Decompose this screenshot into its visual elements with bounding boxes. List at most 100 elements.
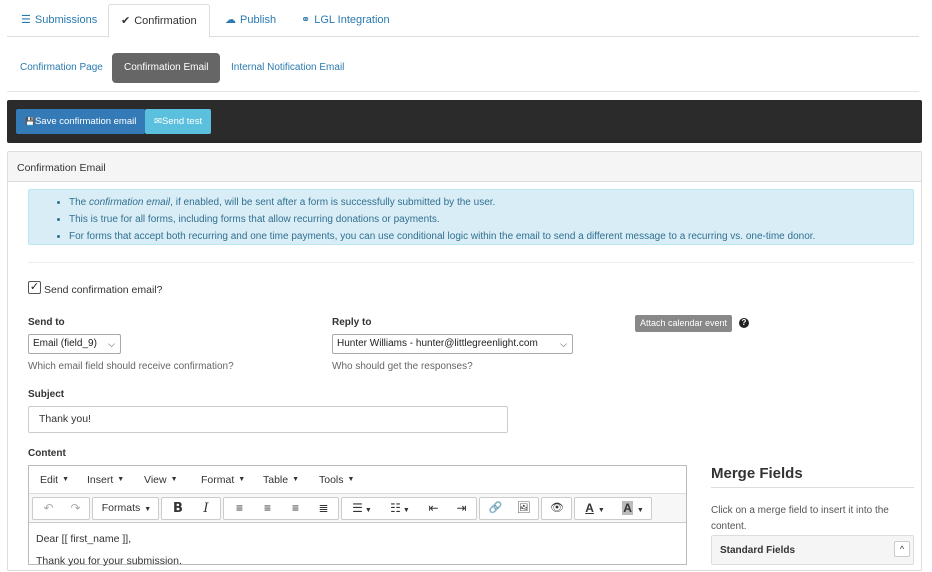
editor-toolbar: ↶ ↷ Formats ▼ B I ≡ ≡ ≡ ≣ ☰ ▼ ☷ ▼ ⇤ ⇥ 🔗 🖼 👁 [29, 494, 686, 523]
help-icon[interactable]: ? [739, 318, 749, 328]
caret-down-icon: ▼ [117, 476, 125, 484]
panel-title: Confirmation Email [8, 152, 921, 182]
divider [28, 262, 914, 263]
color-group: A ▼ A ▼ [574, 497, 652, 520]
redo-icon[interactable]: ↷ [63, 498, 88, 519]
chevron-down-icon: ⌵ [560, 339, 567, 349]
chevron-up-icon[interactable]: ^ [894, 541, 910, 557]
reply-to-label: Reply to [332, 317, 372, 328]
action-toolbar: 💾Save confirmation email ✉Send test [7, 100, 922, 143]
align-center-icon[interactable]: ≡ [254, 498, 281, 519]
menu-table[interactable]: Table ▼ [263, 466, 299, 494]
undo-redo-group: ↶ ↷ [32, 497, 90, 520]
align-right-icon[interactable]: ≡ [282, 498, 309, 519]
divider [711, 487, 914, 488]
tab-submissions[interactable]: ☰ Submissions [9, 4, 109, 37]
send-to-help: Which email field should receive confirm… [28, 361, 234, 372]
editor-content-area[interactable]: Dear [[ first_name ]], Thank you for you… [29, 523, 686, 567]
caret-down-icon: ▼ [364, 507, 372, 514]
menu-view[interactable]: View ▼ [144, 466, 178, 494]
indent-icon[interactable]: ⇥ [448, 498, 475, 519]
subject-input[interactable]: Thank you! [28, 406, 508, 433]
save-icon: 💾 [25, 117, 35, 126]
attach-calendar-event-button[interactable]: Attach calendar event [635, 315, 733, 332]
image-icon[interactable]: 🖼 [510, 498, 537, 519]
send-confirmation-checkbox[interactable]: ✓ [28, 281, 41, 294]
editor-menubar: Edit ▼ Insert ▼ View ▼ Format ▼ Table ▼ Tools… [29, 466, 686, 494]
caret-down-icon: ▼ [292, 476, 300, 484]
numbered-list-icon[interactable]: ☷ ▼ [382, 498, 418, 519]
formats-dropdown[interactable]: Formats ▼ [92, 497, 159, 520]
subtab-confirmation-email[interactable]: Confirmation Email [112, 53, 221, 83]
reply-to-value: Hunter Williams - hunter@littlegreenligh… [337, 338, 538, 349]
tab-publish[interactable]: ☁ Publish [213, 4, 288, 37]
menu-edit[interactable]: Edit ▼ [40, 466, 69, 494]
content-line: Thank you for your submission. [36, 555, 182, 567]
bold-italic-group: B I [161, 497, 221, 520]
cloud-icon: ☁ [225, 14, 236, 26]
tab-label: Confirmation [134, 15, 197, 27]
list-indent-group: ☰ ▼ ☷ ▼ ⇤ ⇥ [341, 497, 477, 520]
italic-icon[interactable]: I [193, 498, 219, 519]
menu-insert[interactable]: Insert ▼ [87, 466, 124, 494]
caret-down-icon: ▼ [144, 506, 152, 513]
subtab-confirmation-page[interactable]: Confirmation Page [8, 53, 115, 83]
merge-fields-title: Merge Fields [711, 465, 803, 482]
content-label: Content [28, 448, 66, 459]
tab-confirmation[interactable]: ✔ Confirmation [108, 4, 210, 38]
list-icon: ☰ [21, 14, 31, 26]
align-left-icon[interactable]: ≡ [226, 498, 253, 519]
button-label: Save confirmation email [34, 116, 137, 127]
tab-label: Submissions [34, 14, 98, 26]
send-to-label: Send to [28, 317, 65, 328]
caret-down-icon: ▼ [170, 476, 178, 484]
alignment-group: ≡ ≡ ≡ ≣ [223, 497, 339, 520]
divider [7, 91, 919, 92]
content-editor: Edit ▼ Insert ▼ View ▼ Format ▼ Table ▼ Tools… [28, 465, 687, 567]
caret-down-icon: ▼ [62, 476, 70, 484]
tab-label: Publish [240, 14, 277, 26]
link-image-group: 🔗 🖼 [479, 497, 539, 520]
reply-to-help: Who should get the responses? [332, 361, 473, 372]
envelope-icon: ✉ [154, 116, 162, 127]
subtab-internal-notification-email[interactable]: Internal Notification Email [219, 53, 356, 83]
tab-lgl-integration[interactable]: ⚭ LGL Integration [289, 4, 402, 37]
caret-down-icon: ▼ [402, 507, 410, 514]
standard-fields-label: Standard Fields [720, 545, 796, 556]
link-icon: ⚭ [301, 14, 311, 26]
chevron-down-icon: ⌵ [108, 339, 115, 349]
info-line: For forms that accept both recurring and… [69, 228, 913, 245]
subject-label: Subject [28, 389, 65, 400]
reply-to-select[interactable]: Hunter Williams - hunter@littlegreenligh… [332, 334, 573, 354]
menu-format[interactable]: Format ▼ [201, 466, 245, 494]
caret-down-icon: ▼ [347, 476, 355, 484]
outdent-icon[interactable]: ⇤ [420, 498, 447, 519]
formats-label: Formats ▼ [101, 502, 152, 514]
tab-label: LGL Integration [314, 14, 390, 26]
send-test-button[interactable]: ✉Send test [145, 109, 212, 134]
send-to-select[interactable]: Email (field_9) ⌵ [28, 334, 121, 354]
preview-eye-icon[interactable]: 👁 [544, 498, 570, 519]
caret-down-icon: ▼ [636, 507, 644, 514]
info-line: This is true for all forms, including fo… [69, 211, 913, 228]
text-color-icon[interactable]: A ▼ [577, 498, 613, 519]
info-line: The confirmation email, if enabled, will… [69, 194, 913, 211]
send-to-value: Email (field_9) [33, 338, 97, 349]
save-confirmation-email-button[interactable]: 💾Save confirmation email [16, 109, 146, 134]
bold-icon[interactable]: B [165, 498, 191, 519]
top-tabs: ☰ Submissions ✔ Confirmation ☁ Publish ⚭ LGL… [7, 4, 919, 38]
undo-icon[interactable]: ↶ [36, 498, 61, 519]
content-line: Dear [[ first_name ]], [36, 533, 132, 545]
link-icon[interactable]: 🔗 [482, 498, 509, 519]
background-color-icon[interactable]: A ▼ [615, 498, 651, 519]
send-confirmation-label: Send confirmation email? [44, 284, 163, 296]
bullet-list-icon[interactable]: ☰ ▼ [344, 498, 380, 519]
caret-down-icon: ▼ [238, 476, 246, 484]
justify-icon[interactable]: ≣ [310, 498, 337, 519]
caret-down-icon: ▼ [597, 507, 605, 514]
info-alert: The confirmation email, if enabled, will… [28, 189, 914, 245]
preview-group: 👁 [541, 497, 572, 520]
menu-tools[interactable]: Tools ▼ [319, 466, 354, 494]
check-icon: ✔ [121, 15, 131, 27]
button-label: Send test [161, 116, 203, 127]
